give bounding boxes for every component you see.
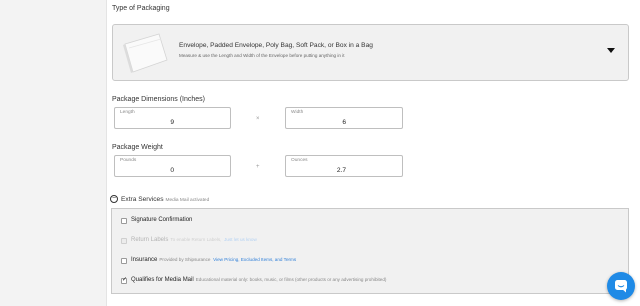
signature-confirmation-label: Signature Confirmation: [131, 217, 193, 223]
length-field-value: 9: [170, 119, 174, 126]
return-labels-link[interactable]: Just let us know: [224, 237, 257, 242]
pounds-field-value: 0: [170, 167, 174, 174]
insurance-row-text: Insurance Provided by Shipsurance View Pr…: [131, 257, 296, 263]
caret-down-icon[interactable]: [607, 48, 615, 53]
media-mail-description: Educational material only: books, music,…: [195, 277, 387, 282]
insurance-checkbox[interactable]: [121, 258, 127, 264]
dimensions-separator: ×: [256, 116, 260, 122]
ounces-field[interactable]: Ounces 2.7: [285, 155, 403, 177]
signature-confirmation-checkbox[interactable]: [121, 218, 127, 224]
extra-services-label: Extra Services: [121, 196, 164, 203]
packaging-selected-title: Envelope, Padded Envelope, Poly Bag, Sof…: [179, 42, 373, 49]
weight-section-label: Package Weight: [112, 144, 163, 151]
chat-launcher-button[interactable]: [607, 272, 635, 300]
pounds-field[interactable]: Pounds 0: [114, 155, 231, 177]
weight-separator: +: [256, 164, 260, 170]
media-mail-row-text: Qualifies for Media Mail Educational mate…: [131, 277, 386, 283]
length-field[interactable]: Length 9: [114, 107, 231, 129]
return-labels-label: Return Labels: [131, 237, 169, 243]
chat-bubble-icon: [615, 280, 627, 293]
collapse-icon[interactable]: −: [110, 195, 118, 203]
insurance-label: Insurance: [131, 257, 158, 263]
width-field[interactable]: Width 6: [285, 107, 403, 129]
packaging-selected-subtitle: Measure & use the Length and Width of th…: [179, 53, 345, 58]
packaging-section-label: Type of Packaging: [112, 5, 170, 12]
return-labels-checkbox: [121, 238, 127, 244]
ounces-field-value: 2.7: [336, 167, 346, 174]
dimensions-section-label: Package Dimensions (Inches): [112, 96, 205, 103]
return-labels-description: To enable Return Labels,: [170, 237, 222, 242]
signature-confirmation-row-text: Signature Confirmation: [131, 217, 192, 223]
media-mail-label: Qualifies for Media Mail: [131, 277, 194, 283]
length-field-label: Length: [120, 110, 135, 115]
return-labels-row-text: Return Labels To enable Return Labels, Ju…: [131, 237, 257, 243]
pounds-field-label: Pounds: [120, 158, 137, 163]
insurance-terms-link[interactable]: View Pricing, Excluded Items, and Terms: [213, 257, 296, 262]
ounces-field-label: Ounces: [291, 158, 308, 163]
extra-services-list: Signature Confirmation Return Labels To e…: [111, 208, 629, 294]
insurance-description: Provided by Shipsurance: [159, 257, 211, 262]
media-mail-checkbox[interactable]: [121, 276, 127, 284]
extra-services-subtitle: Media Mail activated: [165, 198, 210, 203]
packaging-type-select[interactable]: Envelope, Padded Envelope, Poly Bag, Sof…: [112, 24, 629, 81]
extra-services-title[interactable]: Extra Services Media Mail activated: [121, 196, 209, 203]
poly-mailer-icon: [123, 33, 168, 73]
width-field-value: 6: [342, 119, 346, 126]
width-field-label: Width: [291, 110, 304, 115]
